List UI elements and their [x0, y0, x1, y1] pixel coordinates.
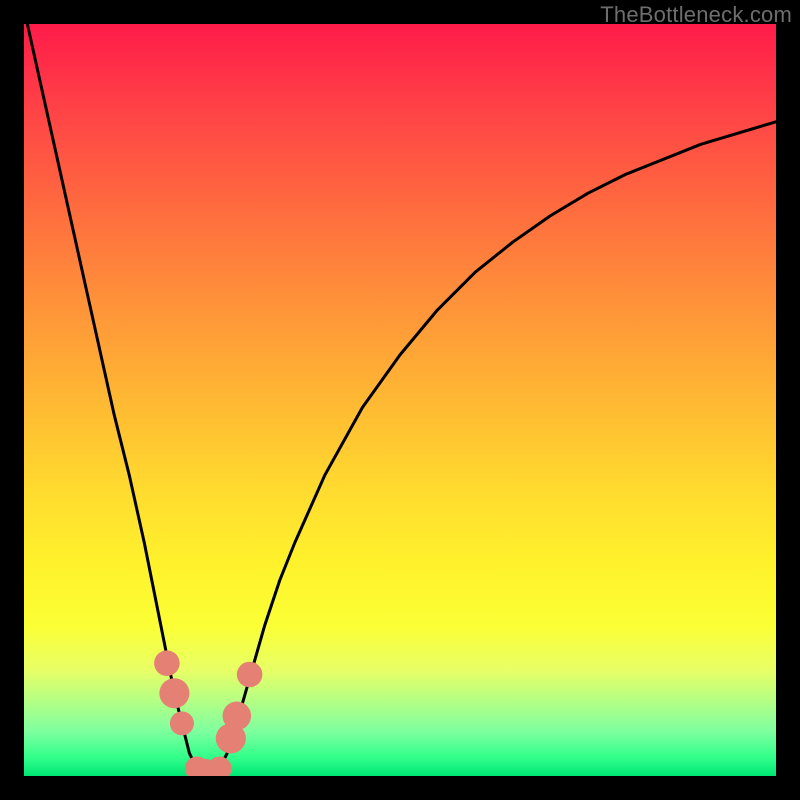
watermark-text: TheBottleneck.com — [600, 2, 792, 28]
curve-path — [24, 24, 776, 776]
data-marker — [170, 711, 194, 735]
data-marker — [154, 650, 180, 676]
bottleneck-curve-chart — [24, 24, 776, 776]
data-marker — [237, 662, 263, 688]
data-marker — [207, 756, 231, 776]
data-marker — [159, 678, 189, 708]
data-marker — [223, 702, 252, 731]
chart-plot-area — [24, 24, 776, 776]
